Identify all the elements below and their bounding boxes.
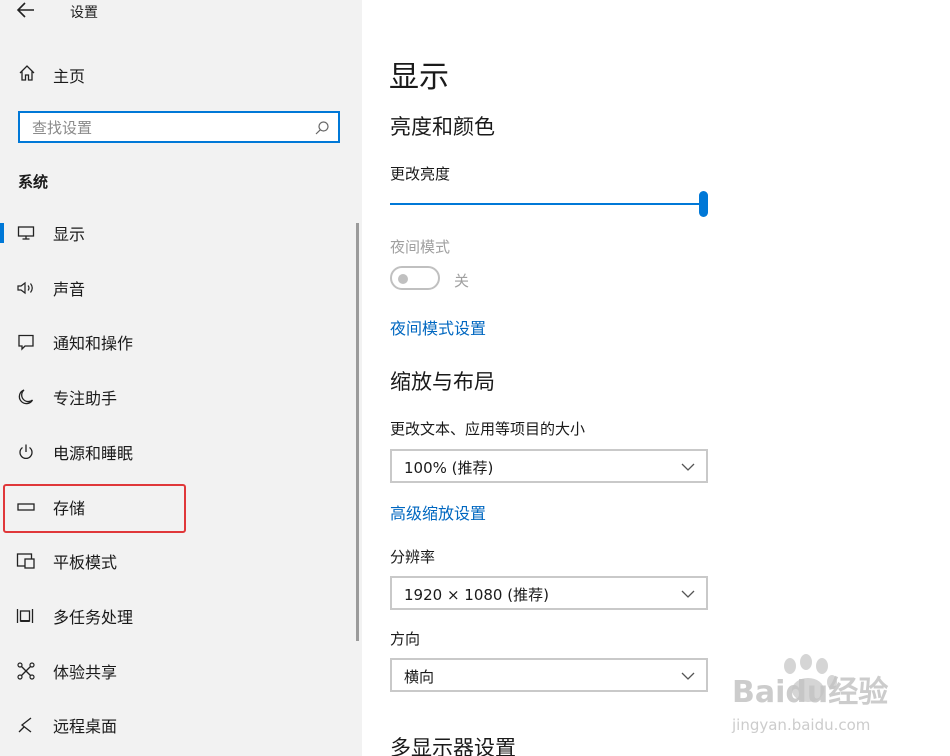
notification-icon (16, 332, 36, 352)
chevron-down-icon (680, 668, 696, 684)
sidebar-item-tablet-mode[interactable]: 平板模式 (0, 541, 362, 581)
orientation-label: 方向 (390, 630, 421, 648)
sidebar-item-notifications[interactable]: 通知和操作 (0, 322, 362, 362)
monitor-icon (16, 223, 36, 243)
multiple-displays-heading: 多显示器设置 (390, 736, 516, 756)
brightness-slider-thumb[interactable] (699, 191, 708, 217)
orientation-dropdown[interactable]: 横向 (390, 658, 708, 692)
toggle-knob (398, 274, 408, 284)
sidebar-item-label: 电源和睡眠 (53, 444, 134, 463)
scale-label: 更改文本、应用等项目的大小 (390, 420, 586, 438)
section-label-system: 系统 (18, 173, 49, 191)
sidebar-item-label: 多任务处理 (53, 608, 134, 627)
main-content: 显示 亮度和颜色 更改亮度 夜间模式 关 夜间模式设置 缩放与布局 更改文本、应… (362, 0, 950, 756)
sidebar-scrollbar[interactable] (356, 223, 359, 641)
resolution-dropdown[interactable]: 1920 × 1080 (推荐) (390, 576, 708, 610)
shared-experience-icon (16, 661, 36, 681)
sidebar-item-label: 平板模式 (53, 553, 118, 572)
home-icon (18, 64, 36, 86)
sidebar-item-label: 体验共享 (53, 663, 118, 682)
sidebar-item-label: 声音 (53, 280, 86, 299)
sidebar-item-label: 通知和操作 (53, 334, 134, 353)
sidebar-item-remote-desktop[interactable]: 远程桌面 (0, 705, 362, 745)
sidebar: 设置 主页 系统 显示 声音 通知和操作 专注助手 (0, 0, 362, 756)
brightness-slider-track[interactable] (390, 203, 703, 205)
sidebar-item-power-sleep[interactable]: 电源和睡眠 (0, 432, 362, 472)
watermark-brand: Baidu经验 (732, 675, 888, 710)
chevron-down-icon (680, 586, 696, 602)
brightness-label: 更改亮度 (390, 165, 451, 183)
speaker-icon (16, 278, 36, 298)
sidebar-item-label: 显示 (53, 225, 86, 244)
home-link[interactable]: 主页 (18, 62, 85, 88)
search-icon[interactable] (314, 120, 330, 136)
night-light-toggle[interactable] (390, 266, 440, 290)
tablet-mode-icon (16, 551, 36, 571)
scale-layout-heading: 缩放与布局 (390, 370, 495, 394)
page-title: 显示 (389, 60, 449, 95)
sidebar-item-sound[interactable]: 声音 (0, 268, 362, 308)
moon-icon (16, 387, 36, 407)
watermark-url: jingyan.baidu.com (731, 716, 870, 734)
sidebar-item-shared-experiences[interactable]: 体验共享 (0, 651, 362, 691)
search-box[interactable] (18, 111, 340, 143)
back-arrow-icon[interactable] (14, 0, 38, 20)
orientation-dropdown-value: 横向 (404, 668, 435, 686)
night-light-label: 夜间模式 (390, 238, 451, 256)
scale-dropdown-value: 100% (推荐) (404, 459, 494, 477)
sidebar-item-focus-assist[interactable]: 专注助手 (0, 377, 362, 417)
home-label: 主页 (53, 67, 86, 86)
resolution-dropdown-value: 1920 × 1080 (推荐) (404, 586, 549, 604)
scale-dropdown[interactable]: 100% (推荐) (390, 449, 708, 483)
chevron-down-icon (680, 459, 696, 475)
power-icon (16, 442, 36, 462)
storage-highlight-box (3, 484, 186, 533)
sidebar-item-display[interactable]: 显示 (0, 213, 362, 253)
sidebar-item-label: 远程桌面 (53, 717, 118, 736)
search-input[interactable] (30, 116, 314, 140)
baidu-jingyan-watermark: Baidu经验 jingyan.baidu.com (728, 654, 928, 744)
night-light-state: 关 (454, 272, 470, 290)
sidebar-item-multitasking[interactable]: 多任务处理 (0, 596, 362, 636)
multitasking-icon (16, 606, 36, 626)
advanced-scaling-link[interactable]: 高级缩放设置 (390, 500, 486, 524)
sidebar-item-label: 专注助手 (53, 389, 118, 408)
brightness-heading: 亮度和颜色 (390, 115, 495, 139)
app-title: 设置 (70, 5, 98, 21)
remote-desktop-icon (16, 715, 36, 735)
night-light-settings-link[interactable]: 夜间模式设置 (390, 315, 486, 339)
resolution-label: 分辨率 (390, 548, 436, 566)
